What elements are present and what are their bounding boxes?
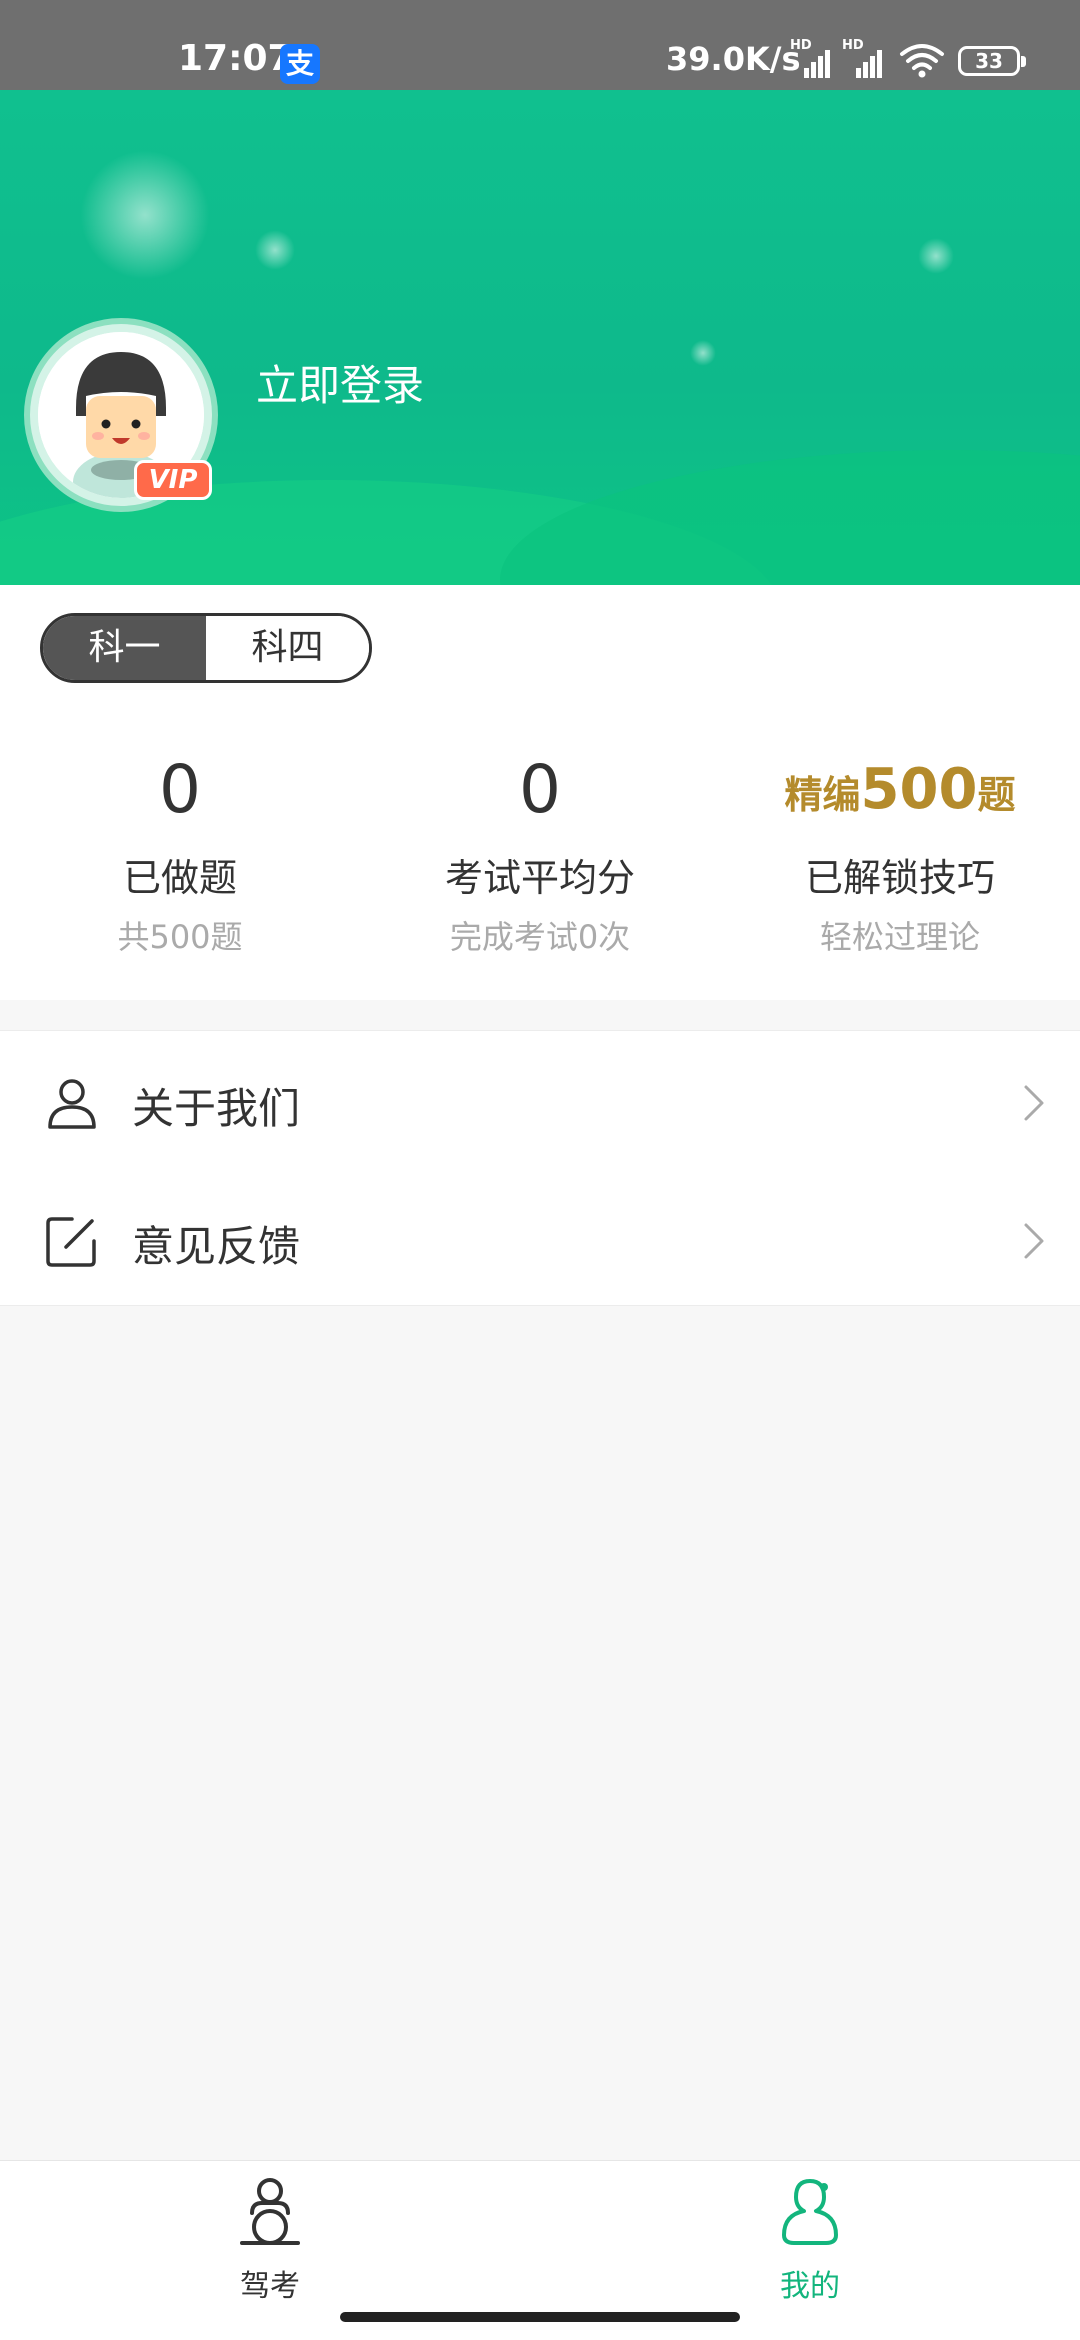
status-bar: 17:07 支 39.0K/s HD HD 33 [0, 0, 1080, 90]
stat-tips-prefix: 精编 [784, 773, 861, 817]
stat-avg-sub: 完成考试0次 [449, 918, 631, 956]
tab-driving-test-label: 驾考 [240, 2269, 300, 2304]
driver-icon [240, 2178, 300, 2245]
tab-driving-test[interactable]: 驾考 [0, 2161, 540, 2311]
stat-done-label: 已做题 [122, 856, 237, 900]
login-link[interactable]: 立即登录 [256, 352, 424, 413]
menu-item-about[interactable]: 关于我们 [0, 1031, 1080, 1169]
signal-icon-2: HD [842, 38, 886, 80]
menu-item-feedback-label: 意见反馈 [132, 1222, 301, 1271]
stat-tips-highlight: 精编500题 [720, 745, 1080, 835]
wifi-icon [900, 44, 944, 78]
vip-badge: VIP [134, 460, 212, 500]
stat-tips-value: 500 [860, 757, 978, 822]
stats-card: 科一 科四 0 已做题 共500题 0 考试平均分 完成考试0次 精编500题 … [0, 585, 1080, 1000]
stat-average-score[interactable]: 0 考试平均分 完成考试0次 [360, 745, 720, 958]
stat-done-questions[interactable]: 0 已做题 共500题 [0, 745, 360, 958]
user-icon [48, 1079, 96, 1129]
alipay-icon: 支 [280, 44, 320, 84]
menu-item-about-label: 关于我们 [132, 1084, 301, 1133]
tab-subject-one[interactable]: 科一 [43, 616, 206, 680]
settings-menu: 关于我们 意见反馈 [0, 1030, 1080, 1306]
menu-item-feedback[interactable]: 意见反馈 [0, 1169, 1080, 1307]
stat-avg-label: 考试平均分 [444, 856, 635, 900]
status-time: 17:07 [178, 38, 293, 79]
chevron-right-icon [1024, 1223, 1044, 1259]
stat-avg-value: 0 [519, 751, 561, 828]
stat-tips-label: 已解锁技巧 [804, 856, 995, 900]
stat-done-sub: 共500题 [117, 918, 243, 956]
stat-tips-sub: 轻松过理论 [819, 918, 980, 956]
battery-icon: 33 [958, 46, 1026, 76]
profile-icon [782, 2179, 838, 2245]
tab-subject-four[interactable]: 科四 [206, 616, 369, 680]
network-speed: 39.0K/s [666, 40, 801, 78]
chevron-right-icon [1024, 1085, 1044, 1121]
stat-tips-suffix: 题 [977, 773, 1016, 817]
home-indicator[interactable] [340, 2312, 740, 2322]
tab-profile[interactable]: 我的 [540, 2161, 1080, 2311]
stat-unlocked-tips[interactable]: 精编500题 已解锁技巧 轻松过理论 [720, 745, 1080, 958]
subject-tabs: 科一 科四 [40, 613, 372, 683]
signal-icon: HD [790, 38, 834, 80]
tab-profile-label: 我的 [780, 2269, 840, 2304]
stat-done-value: 0 [159, 751, 201, 828]
edit-icon [46, 1217, 96, 1267]
